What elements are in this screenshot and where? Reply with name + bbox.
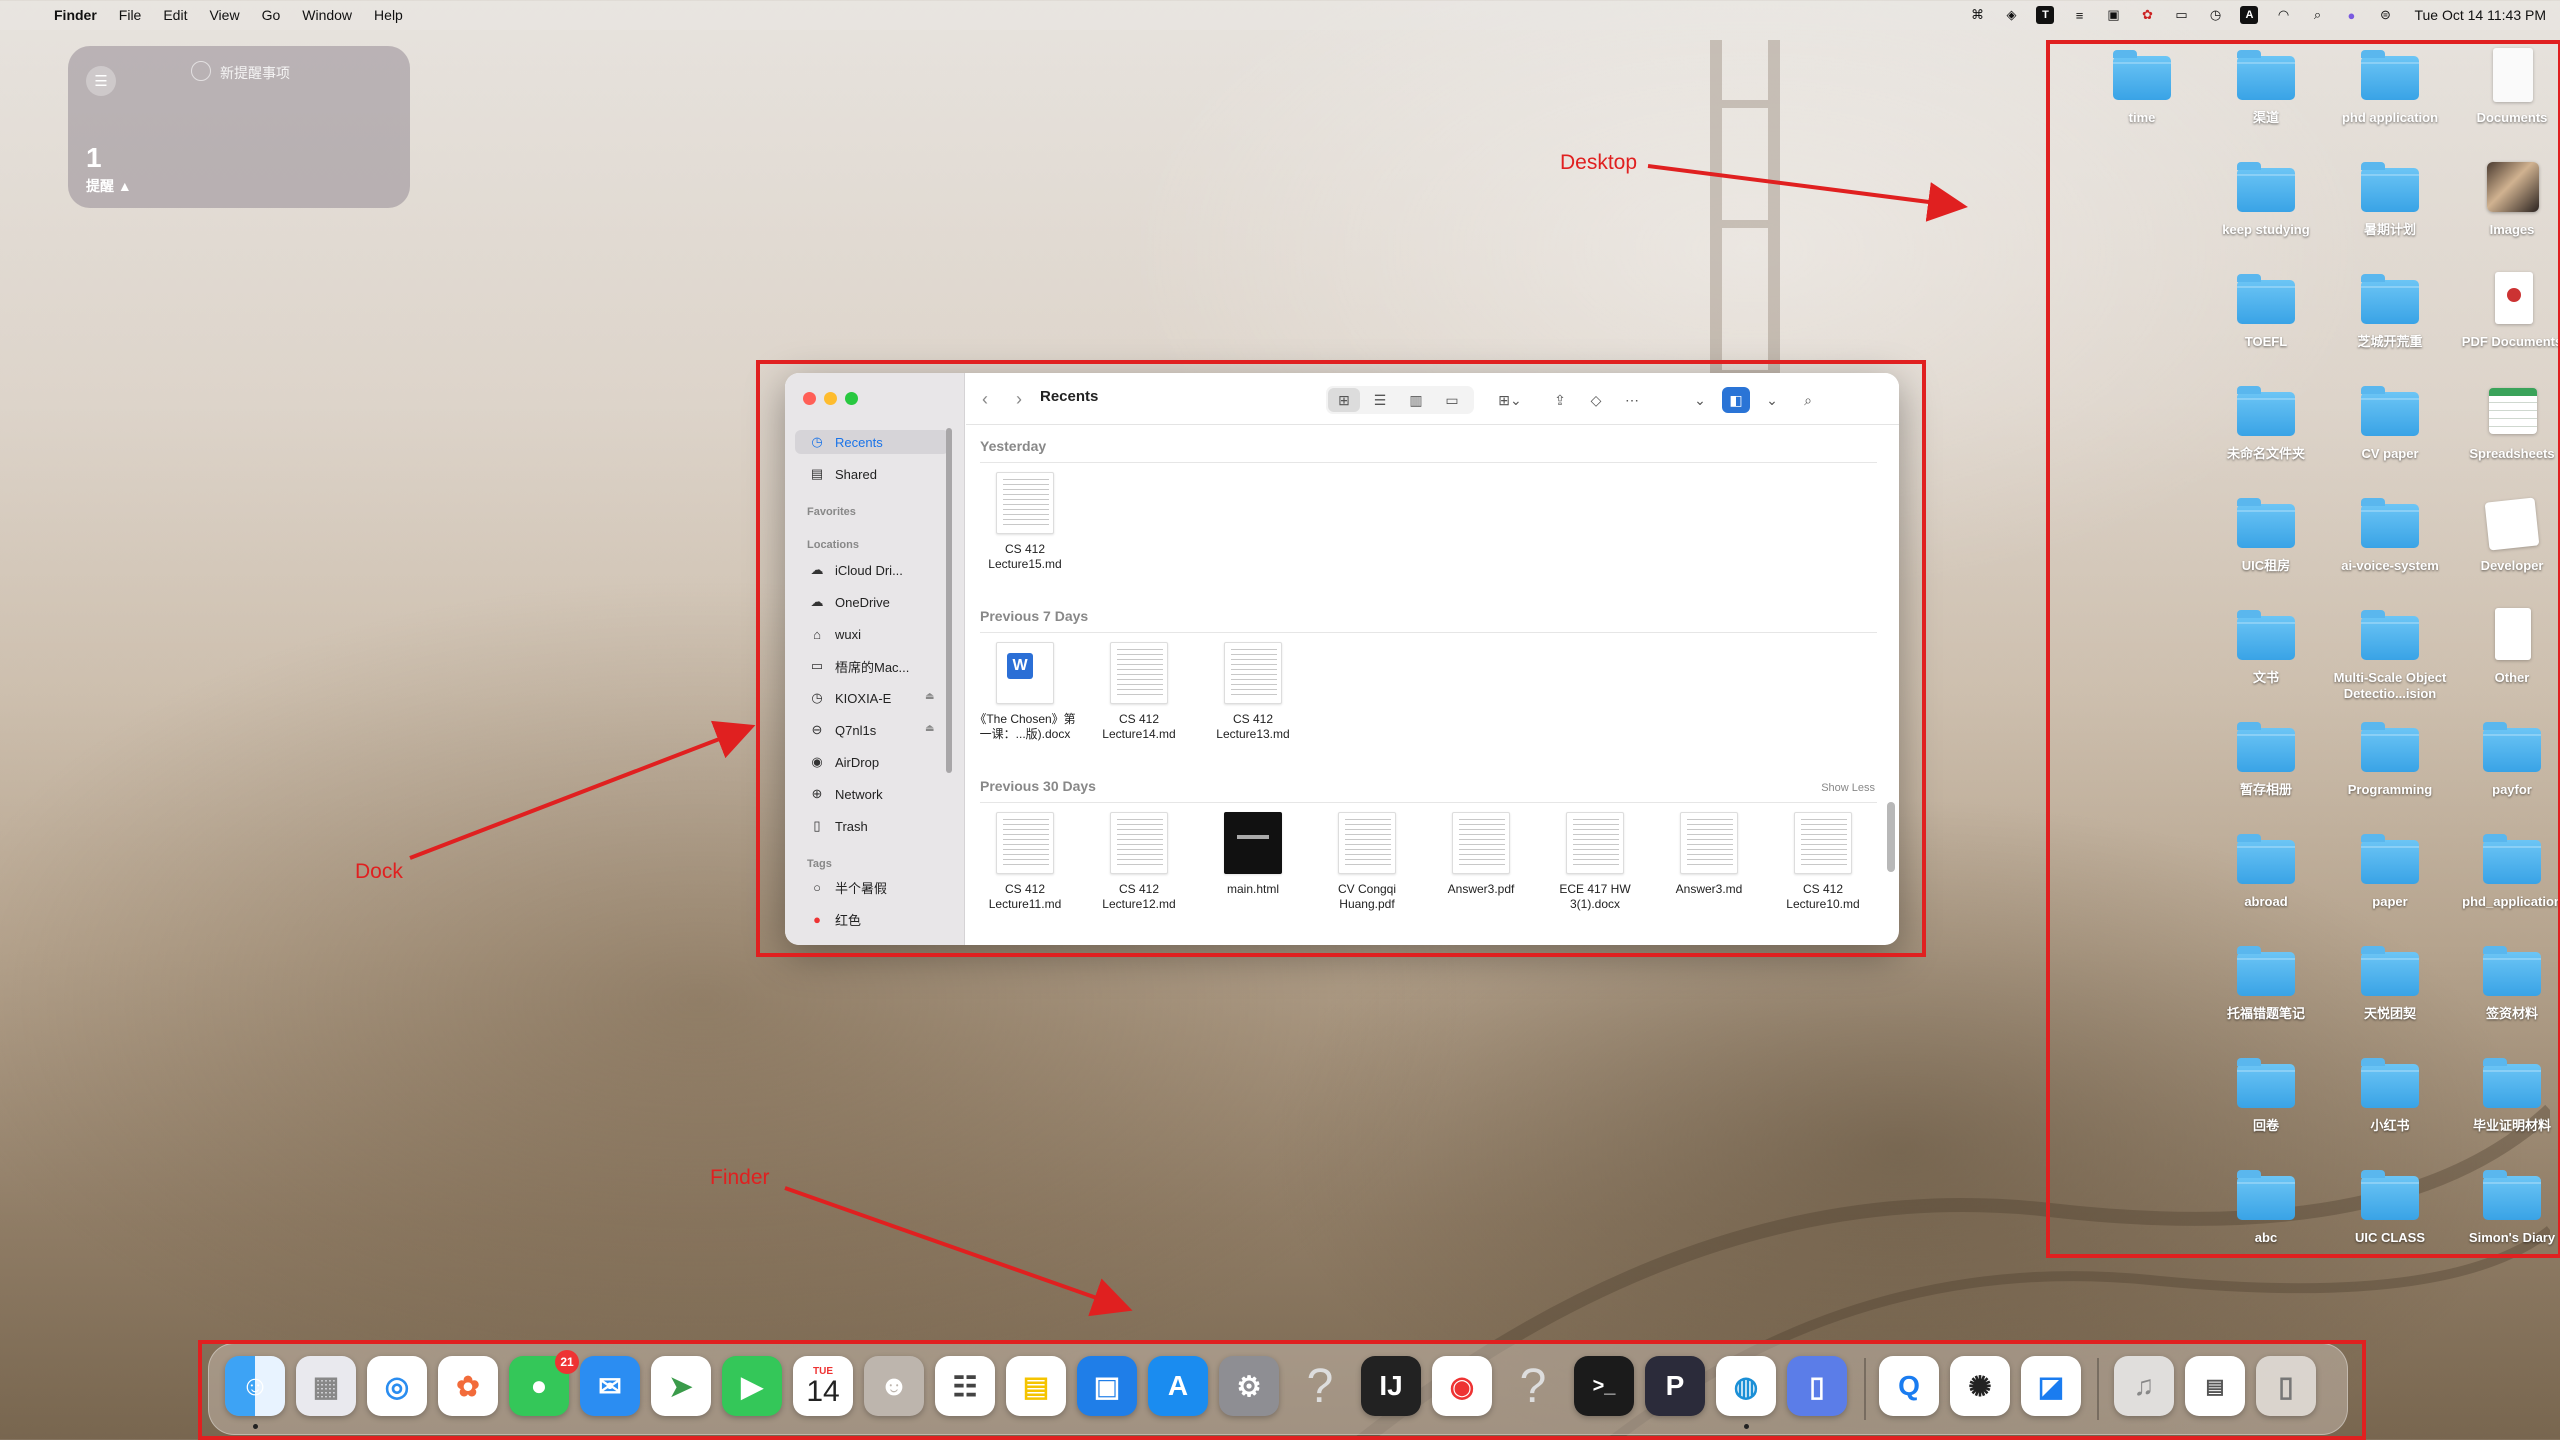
square-icon[interactable]: ▣ bbox=[2104, 6, 2122, 24]
window-icon[interactable]: ▭ bbox=[2172, 6, 2190, 24]
widget-label: 提醒 ▲ bbox=[86, 178, 132, 194]
list-icon: ☰ bbox=[86, 66, 116, 96]
annotation-finder: Finder bbox=[710, 1166, 770, 1189]
widget-count: 1 bbox=[86, 142, 102, 173]
annotation-desktop: Desktop bbox=[1560, 151, 1638, 174]
stack-icon[interactable]: ≡ bbox=[2070, 6, 2088, 24]
menu-file[interactable]: File bbox=[119, 7, 142, 23]
menu-help[interactable]: Help bbox=[374, 7, 403, 23]
search-icon[interactable]: ⌕ bbox=[2308, 6, 2326, 24]
menu-edit[interactable]: Edit bbox=[163, 7, 187, 23]
input-source-icon[interactable]: A bbox=[2240, 6, 2259, 24]
clock-icon[interactable]: ◷ bbox=[2206, 6, 2224, 24]
checkbox-icon[interactable] bbox=[191, 61, 211, 81]
menu-bar: Finder File Edit View Go Window Help ⌘ ◈… bbox=[0, 0, 2560, 30]
widget-new-reminder[interactable]: 新提醒事项 bbox=[220, 63, 290, 83]
cube-icon[interactable]: ◈ bbox=[2002, 6, 2020, 24]
menu-window[interactable]: Window bbox=[302, 7, 352, 23]
menu-clock[interactable]: Tue Oct 14 11:43 PM bbox=[2414, 7, 2546, 23]
siri-icon[interactable]: ● bbox=[2342, 6, 2360, 24]
finder-highlight-box bbox=[756, 360, 1926, 957]
app-icon[interactable]: ⌘ bbox=[1968, 6, 1986, 24]
wifi-icon[interactable]: ◠ bbox=[2274, 6, 2292, 24]
rocket-icon[interactable]: ✿ bbox=[2138, 6, 2156, 24]
dock-highlight-box bbox=[198, 1340, 2366, 1440]
desktop-highlight-box bbox=[2046, 40, 2560, 1258]
annotation-dock: Dock bbox=[355, 860, 403, 883]
menu-view[interactable]: View bbox=[209, 7, 239, 23]
control-center-icon[interactable]: ⊜ bbox=[2376, 6, 2394, 24]
reminders-widget[interactable]: ☰ 新提醒事项 1 提醒 ▲ bbox=[68, 46, 410, 208]
menu-app-finder[interactable]: Finder bbox=[54, 7, 97, 23]
text-box-icon[interactable]: T bbox=[2036, 6, 2055, 24]
menu-go[interactable]: Go bbox=[262, 7, 281, 23]
